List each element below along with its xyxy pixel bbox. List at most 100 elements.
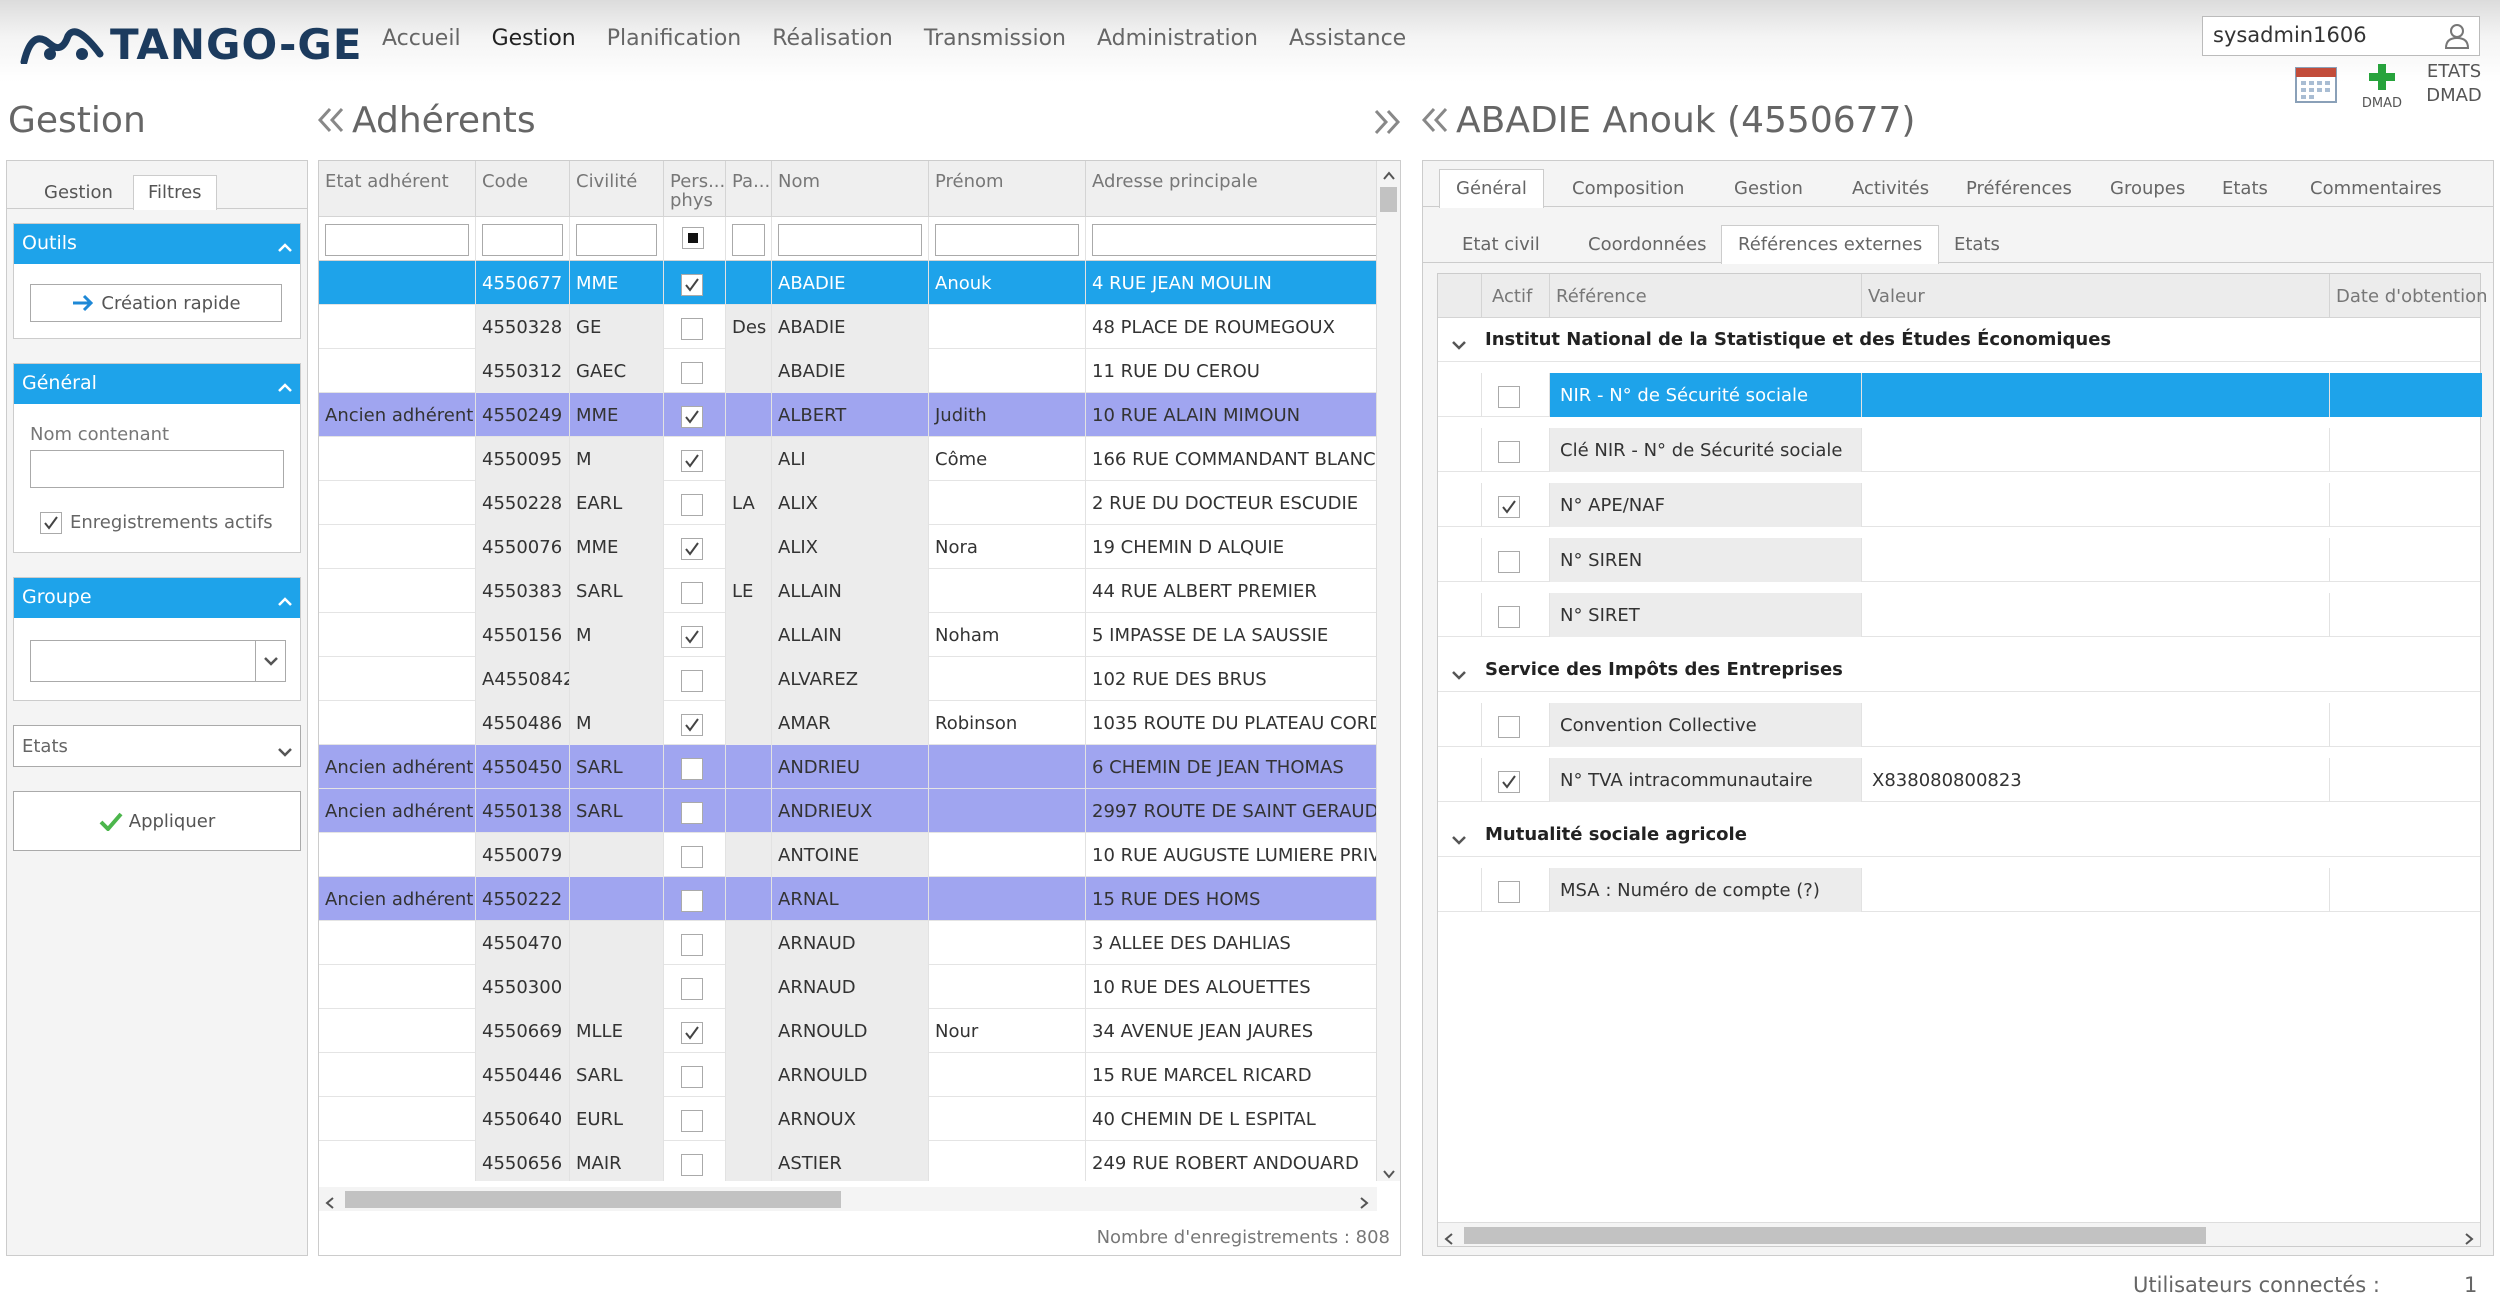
nav-planification[interactable]: Planification (607, 26, 742, 51)
collapse-left-icon[interactable] (316, 102, 346, 143)
table-row[interactable]: 4550156 M ALLAIN Noham 5 IMPASSE DE LA SAUSS… (319, 613, 1377, 657)
ref-row[interactable]: N° SIREN (1438, 538, 2480, 582)
ref-row[interactable]: Convention Collective (1438, 703, 2480, 747)
pers-phys-checkbox[interactable] (681, 1110, 703, 1132)
user-box[interactable]: sysadmin1606 (2202, 16, 2480, 56)
ref-row[interactable]: Clé NIR - N° de Sécurité sociale (1438, 428, 2480, 472)
tab-preferences[interactable]: Préférences (1949, 169, 2089, 208)
pers-phys-checkbox[interactable] (681, 582, 703, 604)
table-row[interactable]: 4550669 MLLE ARNOULD Nour 34 AVENUE JEAN JAU… (319, 1009, 1377, 1053)
pers-phys-checkbox[interactable] (681, 362, 703, 384)
table-row[interactable]: 4550076 MME ALIX Nora 19 CHEMIN D ALQUIE (319, 525, 1377, 569)
cell-valeur[interactable] (1862, 428, 2330, 472)
filter-nom-input[interactable] (778, 224, 922, 256)
col-pers-phys[interactable]: Pers... phys (664, 161, 726, 217)
cell-date-obtention[interactable] (2330, 428, 2482, 472)
cell-valeur[interactable] (1862, 483, 2330, 527)
nav-assistance[interactable]: Assistance (1289, 26, 1406, 51)
table-row[interactable]: 4550446 SARL ARNOULD 15 RUE MARCEL RICARD (319, 1053, 1377, 1097)
scroll-right-icon[interactable] (2464, 1229, 2474, 1250)
ref-row[interactable]: N° TVA intracommunautaire X838080800823 (1438, 758, 2480, 802)
scroll-down-icon[interactable] (1383, 1163, 1395, 1184)
col-valeur[interactable]: Valeur (1862, 274, 2330, 318)
ref-group-row[interactable]: Service des Impôts des Entreprises (1438, 648, 2480, 692)
quick-create-button[interactable]: Création rapide (30, 284, 282, 322)
pers-phys-checkbox[interactable] (681, 846, 703, 868)
pers-phys-checkbox[interactable] (681, 934, 703, 956)
table-row[interactable]: 4550383 SARL LE ALLAIN 44 RUE ALBERT PREMIER (319, 569, 1377, 613)
pers-phys-checkbox[interactable] (681, 758, 703, 780)
nav-realisation[interactable]: Réalisation (772, 26, 893, 51)
filter-pers-phys-checkbox[interactable] (682, 227, 704, 249)
name-filter-input[interactable] (30, 450, 284, 488)
col-code[interactable]: Code (476, 161, 570, 217)
calendar-icon[interactable] (2294, 64, 2338, 104)
actif-checkbox[interactable] (1498, 881, 1520, 903)
horizontal-scroll-thumb[interactable] (345, 1191, 841, 1208)
table-row[interactable]: Ancien adhérent 4550138 SARL ANDRIEUX 2997 R… (319, 789, 1377, 833)
col-reference[interactable]: Référence (1550, 274, 1862, 318)
etats-dmad-button[interactable]: ETATS DMAD (2422, 60, 2486, 108)
refs-scroll-thumb[interactable] (1464, 1227, 2206, 1244)
chevron-down-icon[interactable] (1452, 334, 1466, 355)
cell-valeur[interactable] (1862, 373, 2330, 417)
actif-checkbox[interactable] (1498, 441, 1520, 463)
tab-groupes[interactable]: Groupes (2093, 169, 2202, 208)
actif-checkbox[interactable] (1498, 551, 1520, 573)
pers-phys-checkbox[interactable] (681, 274, 703, 296)
subtab-etat-civil[interactable]: Etat civil (1445, 225, 1557, 264)
tab-commentaires[interactable]: Commentaires (2293, 169, 2459, 208)
refs-horizontal-scrollbar[interactable] (1438, 1222, 2480, 1246)
subtab-coordonnees[interactable]: Coordonnées (1571, 225, 1723, 264)
user-icon[interactable] (2443, 22, 2471, 55)
pers-phys-checkbox[interactable] (681, 318, 703, 340)
outils-header[interactable]: Outils (14, 224, 300, 264)
col-etat[interactable]: Etat adhérent (319, 161, 476, 217)
chevron-down-icon[interactable] (1452, 664, 1466, 685)
table-row[interactable]: 4550677 MME ABADIE Anouk 4 RUE JEAN MOULIN (319, 261, 1377, 305)
filter-prenom-input[interactable] (935, 224, 1079, 256)
actif-checkbox[interactable] (1498, 606, 1520, 628)
ref-row[interactable]: N° SIRET (1438, 593, 2480, 637)
groupe-header[interactable]: Groupe (14, 578, 300, 618)
subtab-etats[interactable]: Etats (1937, 225, 2017, 264)
tab-composition[interactable]: Composition (1555, 169, 1701, 208)
nav-gestion[interactable]: Gestion (492, 26, 576, 51)
col-date-obtention[interactable]: Date d'obtention (2330, 274, 2488, 318)
pers-phys-checkbox[interactable] (681, 1066, 703, 1088)
col-civilite[interactable]: Civilité (570, 161, 664, 217)
general-header[interactable]: Général (14, 364, 300, 404)
actif-checkbox[interactable] (1498, 386, 1520, 408)
pers-phys-checkbox[interactable] (681, 538, 703, 560)
tab-gestion[interactable]: Gestion (29, 175, 128, 210)
vertical-scroll-thumb[interactable] (1380, 187, 1397, 212)
app-logo[interactable]: TANGO-GE (20, 16, 363, 72)
scroll-left-icon[interactable] (325, 1193, 335, 1214)
cell-date-obtention[interactable] (2330, 868, 2482, 912)
ref-group-row[interactable]: Mutualité sociale agricole (1438, 813, 2480, 857)
ref-row[interactable]: NIR - N° de Sécurité sociale (1438, 373, 2482, 417)
scroll-up-icon[interactable] (1383, 165, 1395, 186)
nav-transmission[interactable]: Transmission (924, 26, 1066, 51)
subtab-references-externes[interactable]: Références externes (1721, 225, 1940, 264)
pers-phys-checkbox[interactable] (681, 1022, 703, 1044)
pers-phys-checkbox[interactable] (681, 890, 703, 912)
filter-etat-input[interactable] (325, 224, 469, 256)
actif-checkbox[interactable] (1498, 771, 1520, 793)
col-actif[interactable]: Actif (1482, 274, 1550, 318)
table-row[interactable]: Ancien adhérent 4550249 MME ALBERT Judith 10 … (319, 393, 1377, 437)
table-row[interactable]: 4550470 ARNAUD 3 ALLEE DES DAHLIAS (319, 921, 1377, 965)
col-adresse[interactable]: Adresse principale (1086, 161, 1377, 217)
table-row[interactable]: 4550228 EARL LA ALIX 2 RUE DU DOCTEUR ESCUDI… (319, 481, 1377, 525)
tab-general[interactable]: Général (1439, 169, 1544, 208)
actif-checkbox[interactable] (1498, 716, 1520, 738)
etats-dropdown[interactable]: Etats (13, 725, 301, 767)
filter-pa-input[interactable] (732, 224, 765, 256)
cell-date-obtention[interactable] (2330, 538, 2482, 582)
cell-date-obtention[interactable] (2330, 593, 2482, 637)
tab-gestion-detail[interactable]: Gestion (1717, 169, 1820, 208)
table-row[interactable]: 4550079 ANTOINE 10 RUE AUGUSTE LUMIERE PRI… (319, 833, 1377, 877)
col-pa[interactable]: Pa... (726, 161, 772, 217)
col-prenom[interactable]: Prénom (929, 161, 1086, 217)
filter-adresse-input[interactable] (1092, 224, 1377, 256)
